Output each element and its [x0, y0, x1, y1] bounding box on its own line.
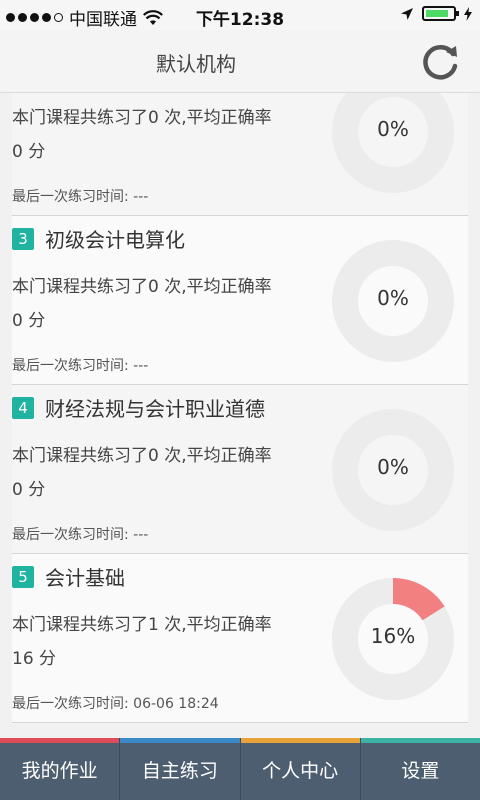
refresh-icon[interactable]	[420, 40, 462, 82]
accuracy-percent: 16%	[370, 624, 416, 648]
tab-label: 设置	[401, 760, 440, 782]
course-score: 0 分	[12, 311, 46, 331]
course-list: 本门课程共练习了0 次,平均正确率 0 分 最后一次练习时间: --- 0% 3…	[0, 93, 480, 738]
course-card[interactable]: 5 会计基础 本门课程共练习了1 次,平均正确率 16 分 最后一次练习时间: …	[12, 554, 468, 723]
tab-personal-center[interactable]: 个人中心	[240, 738, 361, 800]
tab-accent	[240, 738, 360, 743]
tab-settings[interactable]: 设置	[360, 738, 480, 800]
tab-label: 个人中心	[262, 760, 339, 782]
last-practice-time: 最后一次练习时间: ---	[12, 189, 149, 205]
course-name: 财经法规与会计职业道德	[45, 397, 265, 421]
tab-accent	[120, 738, 240, 743]
last-practice-time: 最后一次练习时间: ---	[12, 358, 149, 374]
course-name: 会计基础	[45, 566, 125, 590]
course-number-badge: 3	[12, 228, 34, 250]
course-card[interactable]: 3 初级会计电算化 本门课程共练习了0 次,平均正确率 0 分 最后一次练习时间…	[12, 216, 468, 385]
course-stats: 本门课程共练习了0 次,平均正确率	[12, 446, 272, 466]
page-title: 默认机构	[156, 52, 236, 76]
course-number-badge: 5	[12, 566, 34, 588]
tab-accent	[360, 738, 480, 743]
tab-self-practice[interactable]: 自主练习	[120, 738, 241, 800]
location-arrow-icon	[401, 7, 413, 20]
bottom-tab-bar: 我的作业 自主练习 个人中心 设置	[0, 738, 480, 800]
course-stats: 本门课程共练习了1 次,平均正确率	[12, 615, 272, 635]
course-score: 0 分	[12, 142, 46, 162]
course-score: 0 分	[12, 480, 46, 500]
course-stats: 本门课程共练习了0 次,平均正确率	[12, 277, 272, 297]
accuracy-percent: 0%	[377, 455, 409, 479]
accuracy-percent: 0%	[377, 117, 409, 141]
accuracy-donut	[332, 93, 454, 193]
course-card[interactable]: 4 财经法规与会计职业道德 本门课程共练习了0 次,平均正确率 0 分 最后一次…	[12, 385, 468, 554]
last-practice-time: 最后一次练习时间: ---	[12, 527, 149, 543]
tab-my-homework[interactable]: 我的作业	[0, 738, 121, 800]
course-name: 初级会计电算化	[45, 228, 185, 252]
status-right	[400, 6, 472, 21]
course-card[interactable]: 本门课程共练习了0 次,平均正确率 0 分 最后一次练习时间: --- 0%	[12, 93, 468, 216]
tab-label: 自主练习	[141, 760, 218, 782]
status-bar: 中国联通 下午12:38	[0, 0, 480, 30]
battery-icon	[422, 6, 459, 21]
tab-accent	[0, 738, 120, 743]
accuracy-percent: 0%	[377, 286, 409, 310]
last-practice-time: 最后一次练习时间: 06-06 18:24	[12, 696, 219, 712]
charging-bolt-icon	[464, 6, 472, 21]
course-stats: 本门课程共练习了0 次,平均正确率	[12, 108, 272, 128]
course-score: 16 分	[12, 649, 57, 669]
course-number-badge: 4	[12, 397, 34, 419]
nav-bar: 默认机构	[0, 30, 480, 93]
tab-label: 我的作业	[21, 760, 98, 782]
